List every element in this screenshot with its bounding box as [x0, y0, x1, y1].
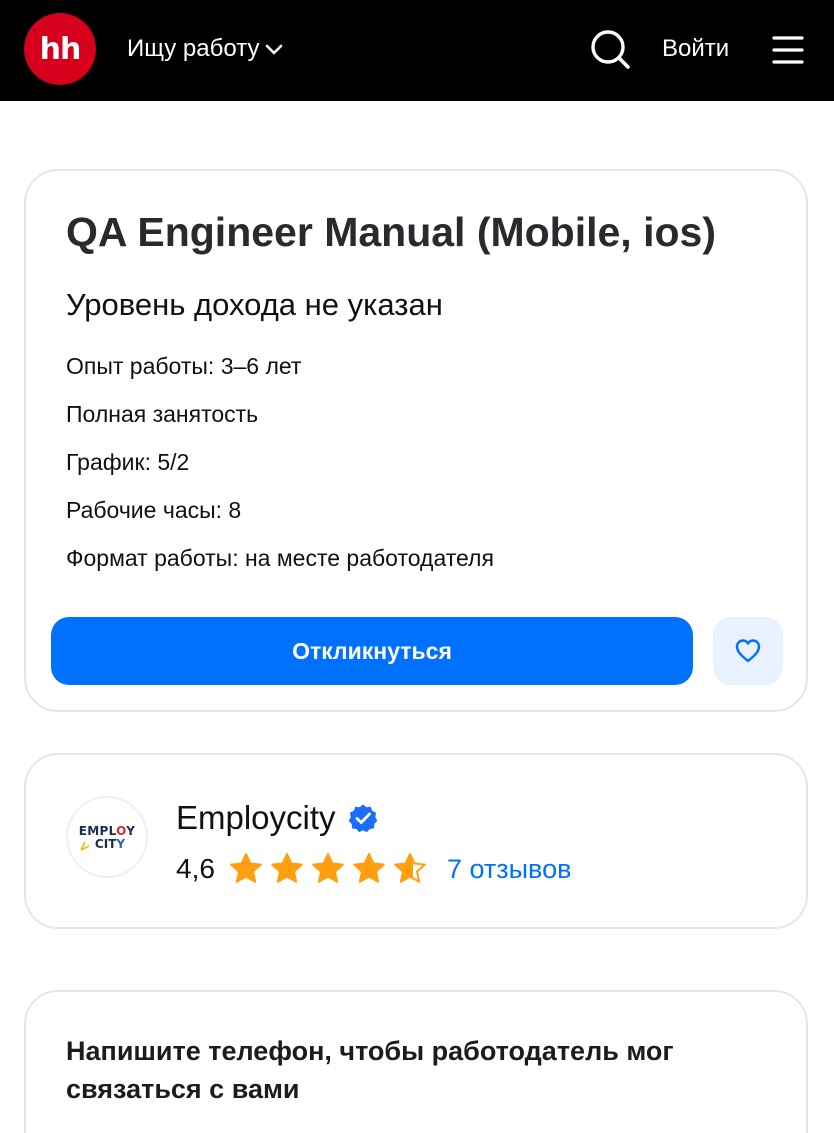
logo-text: hh — [39, 31, 82, 67]
star-icon — [230, 853, 262, 883]
rating-stars — [229, 852, 427, 886]
star-icon — [394, 853, 426, 883]
employer-card: EMPLOY CITY Employcity 4,6 7 отзывов — [24, 753, 808, 929]
employer-logo[interactable]: EMPLOY CITY — [66, 796, 148, 878]
apply-button[interactable]: Откликнуться — [51, 617, 693, 685]
employer-rating: 4,6 7 отзывов — [176, 850, 571, 888]
phone-prompt-card: Напишите телефон, чтобы работодатель мог… — [24, 990, 808, 1133]
star-icon — [312, 853, 344, 883]
favorite-button[interactable] — [713, 617, 783, 685]
chevron-down-icon — [266, 44, 283, 55]
star-icon — [353, 853, 385, 883]
hours-detail: Рабочие часы: 8 — [66, 497, 242, 523]
search-icon[interactable] — [588, 27, 632, 71]
role-switch-label: Ищу работу — [127, 35, 260, 62]
vacancy-title: QA Engineer Manual (Mobile, ios) — [66, 209, 716, 255]
experience-detail: Опыт работы: 3–6 лет — [66, 353, 302, 379]
role-switch-dropdown[interactable]: Ищу работу — [127, 30, 285, 68]
employer-logo-line1: EMPLOY — [78, 823, 136, 838]
heart-icon — [735, 639, 761, 663]
spark-icon — [80, 841, 90, 851]
employment-detail: Полная занятость — [66, 401, 259, 427]
schedule-detail: График: 5/2 — [66, 449, 190, 475]
verified-icon — [348, 804, 377, 833]
vacancy-card: QA Engineer Manual (Mobile, ios) Уровень… — [24, 169, 808, 712]
top-navbar: hh Ищу работу Войти — [0, 0, 834, 101]
star-icon — [271, 853, 303, 883]
employer-logo-line2: CITY — [80, 838, 125, 851]
salary-text: Уровень дохода не указан — [66, 287, 443, 322]
employer-name-link[interactable]: Employcity — [176, 799, 378, 837]
employer-name: Employcity — [176, 799, 336, 836]
phone-prompt-heading: Напишите телефон, чтобы работодатель мог… — [66, 1036, 674, 1104]
rating-value: 4,6 — [176, 853, 215, 884]
login-button[interactable]: Войти — [662, 30, 729, 68]
menu-icon[interactable] — [772, 35, 804, 65]
hh-logo[interactable]: hh — [24, 13, 96, 85]
work-format-detail: Формат работы: на месте работодателя — [66, 545, 494, 571]
reviews-link[interactable]: 7 отзывов — [447, 854, 572, 885]
